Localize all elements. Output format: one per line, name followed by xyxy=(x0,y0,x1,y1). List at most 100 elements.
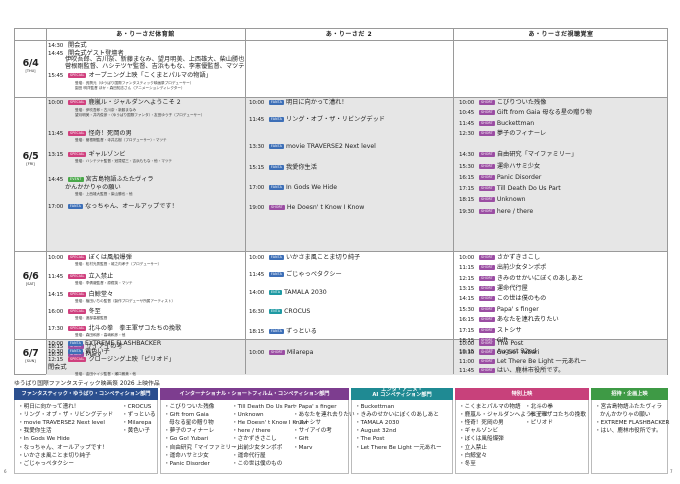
legend-item: かんかかりゃの願い xyxy=(600,412,651,419)
entry-title: Papa' s finger xyxy=(496,306,539,313)
entry-title: Unknown xyxy=(496,196,526,203)
schedule-entry: 14:30 SHORT 自由研究「マイファミリー」 xyxy=(459,151,577,159)
entry-title: TAMALA 2030 xyxy=(284,289,327,296)
guest-note: 登壇：菅根剛監督・寺井広樹（プロデューサー）・マツテ xyxy=(75,138,167,142)
category-badge: FANTA xyxy=(269,144,284,149)
category-badge: ENTA xyxy=(269,290,283,295)
schedule-entry: 11:45 SPECIAL 怪奇！死岡の男 xyxy=(48,130,132,138)
category-badge: FANTA xyxy=(269,272,284,277)
legend-item: ・宮古島物語ふたたヴィラ xyxy=(595,404,663,410)
legend-item: ・ぼくは風船爆弾 xyxy=(459,436,504,443)
legend-item: ・ピリオド xyxy=(525,420,553,427)
entry-title: 冬至 xyxy=(88,308,101,315)
entry-time: 10:30 xyxy=(48,349,64,355)
schedule-entry: 10:00 FANTA 明日に向かって漕れ！ xyxy=(249,99,348,107)
category-badge: SHORT xyxy=(479,328,495,333)
category-badge: SHORT xyxy=(479,164,495,169)
schedule-entry: 11:15 SHORT 出前少女タンポポ xyxy=(459,264,546,272)
guest-note: 望月明美・井内俊彦・（ゆうばり国際ファンタ）・友田ゆう子（プロデューサー） xyxy=(75,113,205,117)
entry-title: Gift from Gaia 母なる星の贈り物 xyxy=(496,109,592,116)
legend-item: ・黄色い子 xyxy=(122,428,150,435)
legend-item: ・Go Go! Yubari xyxy=(164,436,209,443)
entry-time: 14:15 xyxy=(48,292,64,298)
legend-item: ・CROCUS xyxy=(122,404,152,410)
schedule-entry: 17:30 SPECIAL 北斗の拳 拳王軍ザコたちの挽歌 xyxy=(48,325,181,333)
schedule-entry: 10:45 SHORT Gift from Gaia 母なる星の贈り物 xyxy=(459,109,592,117)
entry-title: 出前少女タンポポ xyxy=(496,264,547,271)
category-badge: SHORT xyxy=(479,341,495,346)
entry-title: 閉会式 xyxy=(48,364,67,371)
legend-item: ・ずっといる xyxy=(122,412,156,419)
entry-time: 11:00 xyxy=(459,359,475,365)
day-weekday: [FRI] xyxy=(26,161,35,166)
schedule-entry: 13:30 FANTA movie TRAVERSE2 Next level xyxy=(249,143,376,151)
schedule-entry: かんかかりゃの願い xyxy=(65,184,121,192)
category-badge: FANTA xyxy=(269,117,284,122)
entry-title: クロージング上映「ピリオド」 xyxy=(88,356,175,363)
legend-item: ・Milarepa xyxy=(122,420,152,427)
entry-title: Buckettman xyxy=(496,120,535,127)
legend-category-name: AI コンペティション部門 xyxy=(372,392,432,398)
legend-item: ・こくまとパルマの物語 xyxy=(459,404,521,410)
legend-item: ・夢子のフィナーレ xyxy=(164,428,215,435)
schedule-entry: 10:00 SHORT Milarepa xyxy=(249,349,313,357)
entry-time: 16:15 xyxy=(459,317,475,323)
legend-item: 拳王軍ザコたちの挽歌 xyxy=(530,412,586,419)
entry-time: 11:15 xyxy=(459,265,475,271)
schedule-entry: 10:00 SHORT The Post xyxy=(459,340,523,348)
schedule-entry: 12:30 SHORT 夢子のフィナーレ xyxy=(459,130,546,138)
legend-item: ・ごじゃっぺタクシー xyxy=(18,460,74,467)
category-badge: SPECIAL xyxy=(68,274,87,279)
category-badge: SHORT xyxy=(479,121,495,126)
entry-title: movie TRAVERSE2 Next level xyxy=(285,143,376,150)
legend-title: ゆうばり国際ファンタスティック映画祭 2026 上映作品 xyxy=(14,381,160,387)
page-number-left: 6 xyxy=(4,469,7,474)
schedule-entry: 11:00 SHORT Let There Be Light 一元あれー xyxy=(459,358,586,366)
legend-item: ・あなたを連れ去りたい xyxy=(293,412,355,419)
entry-title: Let There Be Light 一元あれー xyxy=(496,358,587,365)
category-badge: SPECIAL xyxy=(68,152,87,157)
entry-time: 18:15 xyxy=(459,197,475,203)
entry-time: 11:45 xyxy=(249,117,265,123)
schedule-entry: 16:15 SHORT Panic Disorder xyxy=(459,174,541,182)
entry-title: ギャルゾンビ xyxy=(88,151,126,158)
legend-item: ・The Post xyxy=(355,436,385,443)
category-badge: SHORT xyxy=(269,205,285,210)
legend-item: ・リング・オブ・ザ・リビングデッド xyxy=(18,412,114,419)
category-badge: FANTA xyxy=(269,165,284,170)
legend-category-header: エンタ・アニメ・ AI コンペティション部門 xyxy=(351,387,453,400)
entry-title: あなたを連れ去りたい xyxy=(496,316,559,323)
entry-time: 16:30 xyxy=(249,309,265,315)
guest-note: 登壇：松村光男監督・城之内孝子（プロデューサー） xyxy=(75,262,162,266)
legend-item: ・TAMALA 2030 xyxy=(355,420,400,427)
legend-item: ・こびりついた残像 xyxy=(164,404,215,410)
category-badge: FANTA xyxy=(269,255,284,260)
entry-time: 10:00 xyxy=(48,100,64,106)
schedule-entry: 10:00 SPECIAL 鹿嵐ル・ジャルダンへようこそ 2 xyxy=(48,99,181,107)
entry-title: なっちゃん、オールアップです！ xyxy=(84,203,178,210)
legend-category-header: 招待・企画上映 xyxy=(591,388,668,400)
schedule-entry: 17:00 FANTA In Gods We Hide xyxy=(249,184,337,192)
entry-title: ぼくは風船爆弾 xyxy=(88,254,132,261)
entry-title: 自由研究「マイファミリー」 xyxy=(496,151,578,158)
legend-item: ・Marv xyxy=(293,444,313,451)
category-badge: SHORT xyxy=(479,359,495,364)
page-number-right: 7 xyxy=(670,469,673,474)
entry-time: 14:30 xyxy=(459,152,475,158)
legend-item: ・北斗の拳 xyxy=(525,404,553,410)
category-badge: SHORT xyxy=(479,350,495,355)
entry-time: 12:15 xyxy=(459,276,475,282)
legend-item: ・here / there xyxy=(232,428,271,435)
schedule-entry: 17:00 FANTA なっちゃん、オールアップです！ xyxy=(48,203,178,211)
legend-item: ・自由研究「マイファミリー」 xyxy=(164,444,243,451)
entry-title: here / there xyxy=(496,208,534,215)
row-divider xyxy=(15,97,667,98)
entry-title: 開会式 xyxy=(68,42,87,49)
schedule-entry: 14:45 EVENT 宮古島物語ふたたヴィラ xyxy=(48,176,154,184)
entry-title: Till Death Do Us Part xyxy=(496,185,561,192)
entry-title: Panic Disorder xyxy=(496,174,542,181)
entry-title: In Gods We Hide xyxy=(285,184,338,191)
legend-item: ・いかさま風ことま切り純子 xyxy=(18,452,91,459)
schedule-entry: 11:45 FANTA ごじゃっぺタクシー xyxy=(249,271,342,279)
entry-time: 11:45 xyxy=(459,121,475,127)
